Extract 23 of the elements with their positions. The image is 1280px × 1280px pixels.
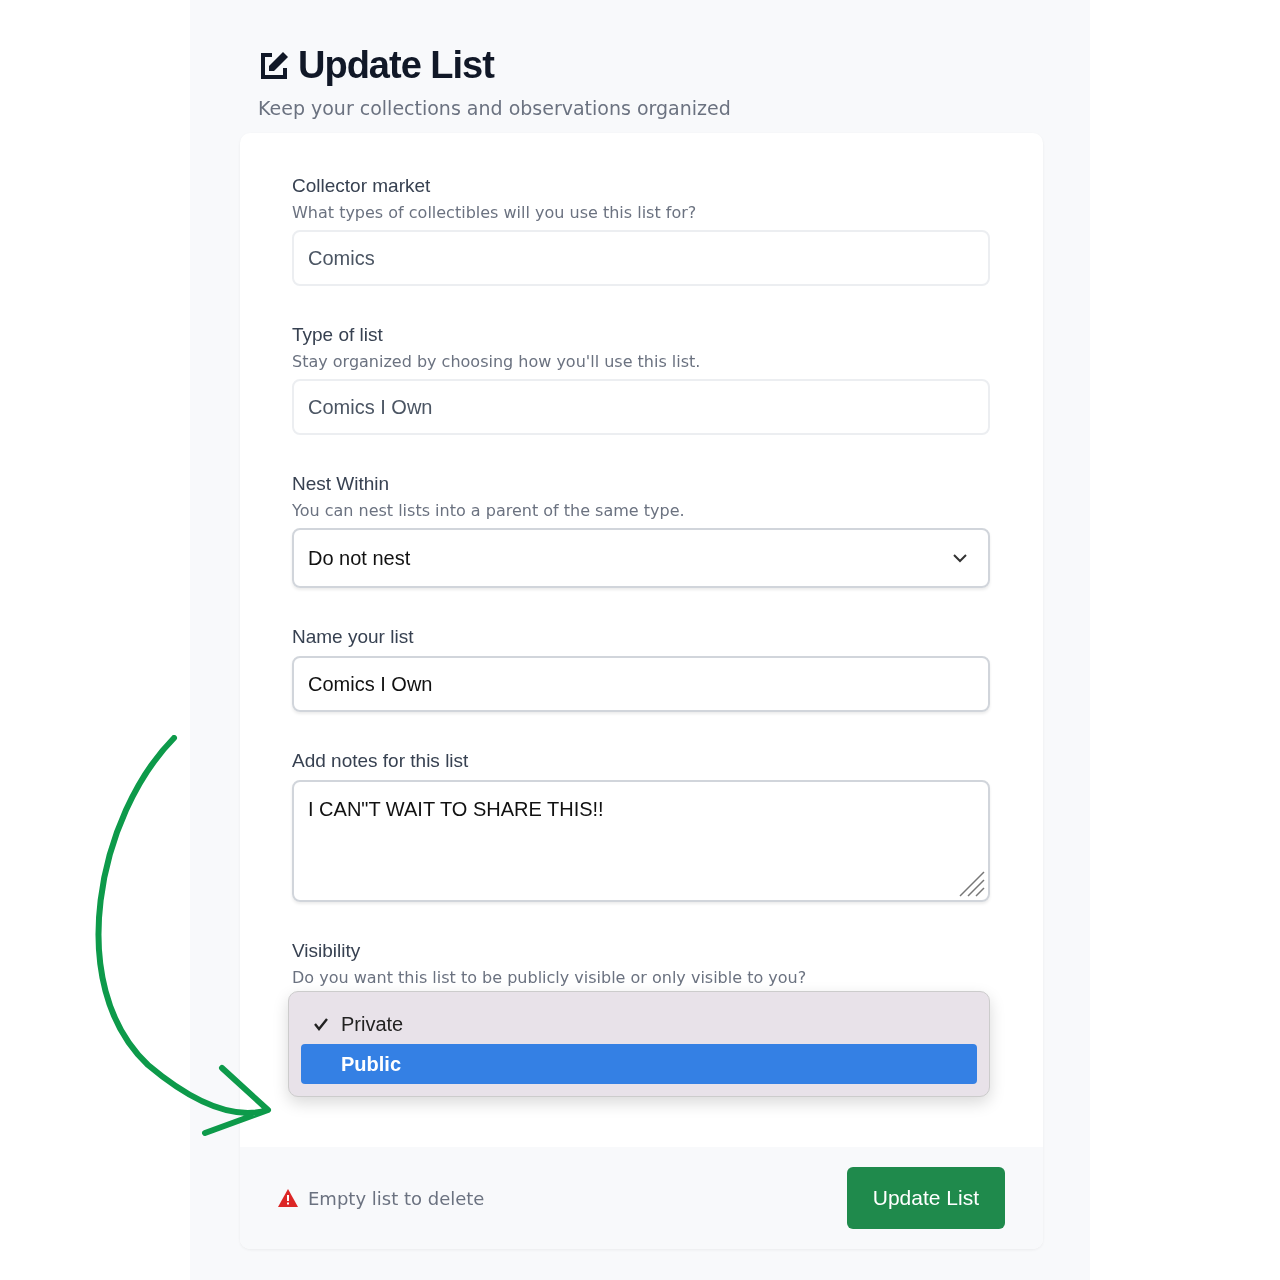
warning-icon xyxy=(278,1189,298,1207)
field-hint: You can nest lists into a parent of the same type. xyxy=(292,501,686,520)
field-label: Type of list xyxy=(292,324,384,346)
field-label: Collector market xyxy=(292,175,432,197)
input-field[interactable]: Comics I Own xyxy=(292,656,990,712)
select-field[interactable]: Do not nest xyxy=(292,528,990,588)
field-hint: Stay organized by choosing how you'll use this list. xyxy=(292,352,702,371)
subtitle: Keep your collections and observations organized xyxy=(258,97,732,119)
title-text: Update List xyxy=(298,44,494,87)
check-icon xyxy=(313,1017,329,1031)
field-hint: Do you want this list to be publicly visible or only visible to you? xyxy=(292,968,808,987)
notes-field[interactable]: I CAN"T WAIT TO SHARE THIS!! xyxy=(292,780,990,902)
field-hint: What types of collectibles will you use this list for? xyxy=(292,203,698,222)
menu-option[interactable]: Public xyxy=(301,1044,977,1084)
menu-option[interactable]: Private xyxy=(301,1004,977,1044)
warning-text: Empty list to delete xyxy=(308,1187,485,1209)
update-list-button[interactable]: Update List xyxy=(846,1167,1005,1229)
chevron-icon xyxy=(952,553,968,563)
field-label: Nest Within xyxy=(292,473,391,495)
field-label: Add notes for this list xyxy=(292,750,470,772)
field-label: Visibility xyxy=(292,940,362,962)
field-label: Name your list xyxy=(292,626,415,648)
edit-icon xyxy=(258,49,290,82)
